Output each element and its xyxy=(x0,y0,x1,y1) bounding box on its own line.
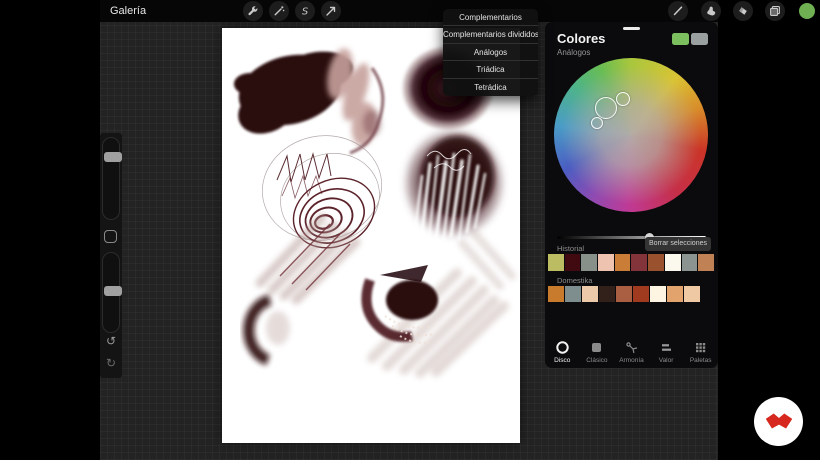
palette-swatch[interactable] xyxy=(684,286,700,302)
history-swatch[interactable] xyxy=(581,254,597,271)
adjustments-wand-icon xyxy=(273,5,285,17)
opacity-slider[interactable] xyxy=(102,252,120,333)
palettes-icon xyxy=(693,340,708,355)
harmony-type-selector[interactable]: Análogos xyxy=(557,48,590,57)
adjustments-button[interactable] xyxy=(269,1,289,21)
classic-icon xyxy=(589,340,604,355)
history-swatch[interactable] xyxy=(598,254,614,271)
palette-swatch[interactable] xyxy=(548,286,564,302)
eraser-icon xyxy=(737,5,749,17)
history-label: Historial xyxy=(557,244,584,253)
harmony-icon xyxy=(624,340,639,355)
tab-disco[interactable]: Disco xyxy=(545,337,580,364)
harmony-menu-item[interactable]: Complementarios xyxy=(443,9,538,26)
erase-button[interactable] xyxy=(733,1,753,21)
harmony-menu-item[interactable]: Tetrádica xyxy=(443,79,538,96)
brush-size-slider[interactable] xyxy=(102,137,120,220)
palette-swatch[interactable] xyxy=(582,286,598,302)
smudge-icon xyxy=(705,5,717,17)
selection-s-icon: S xyxy=(299,5,311,17)
harmony-menu-item[interactable]: Complementarios divididos xyxy=(443,26,538,43)
modify-button[interactable] xyxy=(104,230,117,243)
actions-button[interactable] xyxy=(243,1,263,21)
palette-swatch[interactable] xyxy=(599,286,615,302)
clear-selections-button[interactable]: Borrar selecciones xyxy=(645,237,711,251)
palette-swatch[interactable] xyxy=(616,286,632,302)
secondary-color-swatch[interactable] xyxy=(691,33,708,45)
tab-label: Armonía xyxy=(619,357,644,364)
svg-text:S: S xyxy=(302,7,309,18)
selection-button[interactable]: S xyxy=(295,1,315,21)
tab-paletas[interactable]: Paletas xyxy=(683,337,718,364)
palette-swatch[interactable] xyxy=(565,286,581,302)
brush-size-thumb[interactable] xyxy=(104,152,122,162)
domestika-logo xyxy=(754,397,803,446)
procreate-app: Galería S xyxy=(0,0,820,460)
disc-icon xyxy=(555,340,570,355)
harmony-analog-ring-1[interactable] xyxy=(616,92,630,106)
history-swatch[interactable] xyxy=(665,254,681,271)
harmony-menu-item[interactable]: Triádica xyxy=(443,61,538,78)
color-mode-tabs: Disco Clásico Armonía Valor Paletas xyxy=(545,337,718,364)
transform-arrow-icon xyxy=(325,5,337,17)
active-color-button[interactable] xyxy=(799,3,815,19)
tab-clasico[interactable]: Clásico xyxy=(580,337,615,364)
colors-panel-title: Colores xyxy=(557,31,605,46)
colors-panel: Colores Análogos Historial Borrar selecc… xyxy=(545,22,718,368)
palette-swatch[interactable] xyxy=(650,286,666,302)
tab-label: Paletas xyxy=(690,357,712,364)
harmony-main-ring[interactable] xyxy=(595,97,617,119)
brush-icon xyxy=(672,5,684,17)
sidebar-tools: ↺ ↻ xyxy=(100,133,122,378)
palette-swatch[interactable] xyxy=(667,286,683,302)
smudge-button[interactable] xyxy=(701,1,721,21)
history-swatch[interactable] xyxy=(631,254,647,271)
tab-label: Disco xyxy=(554,357,570,364)
layers-icon xyxy=(769,5,781,17)
top-toolbar: Galería S xyxy=(100,0,718,22)
undo-icon[interactable]: ↺ xyxy=(100,334,122,348)
palette-swatch[interactable] xyxy=(633,286,649,302)
primary-color-swatch[interactable] xyxy=(672,33,689,45)
palette-name: Domestika xyxy=(557,276,592,285)
tab-label: Clásico xyxy=(586,357,607,364)
opacity-thumb[interactable] xyxy=(104,286,122,296)
harmony-dropdown-menu: ComplementariosComplementarios divididos… xyxy=(443,9,538,96)
color-wheel[interactable] xyxy=(554,58,708,212)
tab-armonia[interactable]: Armonía xyxy=(614,337,649,364)
history-swatch[interactable] xyxy=(615,254,631,271)
redo-icon[interactable]: ↻ xyxy=(100,356,122,370)
wrench-icon xyxy=(247,5,259,17)
paint-button[interactable] xyxy=(668,1,688,21)
panel-drag-handle[interactable] xyxy=(623,27,640,30)
harmony-menu-item[interactable]: Análogos xyxy=(443,44,538,61)
history-swatch[interactable] xyxy=(648,254,664,271)
history-swatch[interactable] xyxy=(548,254,564,271)
history-swatch[interactable] xyxy=(698,254,714,271)
value-icon xyxy=(659,340,674,355)
domestika-logo-icon xyxy=(764,412,794,431)
history-swatches xyxy=(548,254,714,271)
history-swatch[interactable] xyxy=(682,254,698,271)
gallery-button[interactable]: Galería xyxy=(110,0,146,22)
layers-button[interactable] xyxy=(765,1,785,21)
palette-swatches xyxy=(548,286,700,302)
history-swatch[interactable] xyxy=(565,254,581,271)
transform-button[interactable] xyxy=(321,1,341,21)
tab-valor[interactable]: Valor xyxy=(649,337,684,364)
harmony-analog-ring-2[interactable] xyxy=(591,117,603,129)
tab-label: Valor xyxy=(659,357,674,364)
